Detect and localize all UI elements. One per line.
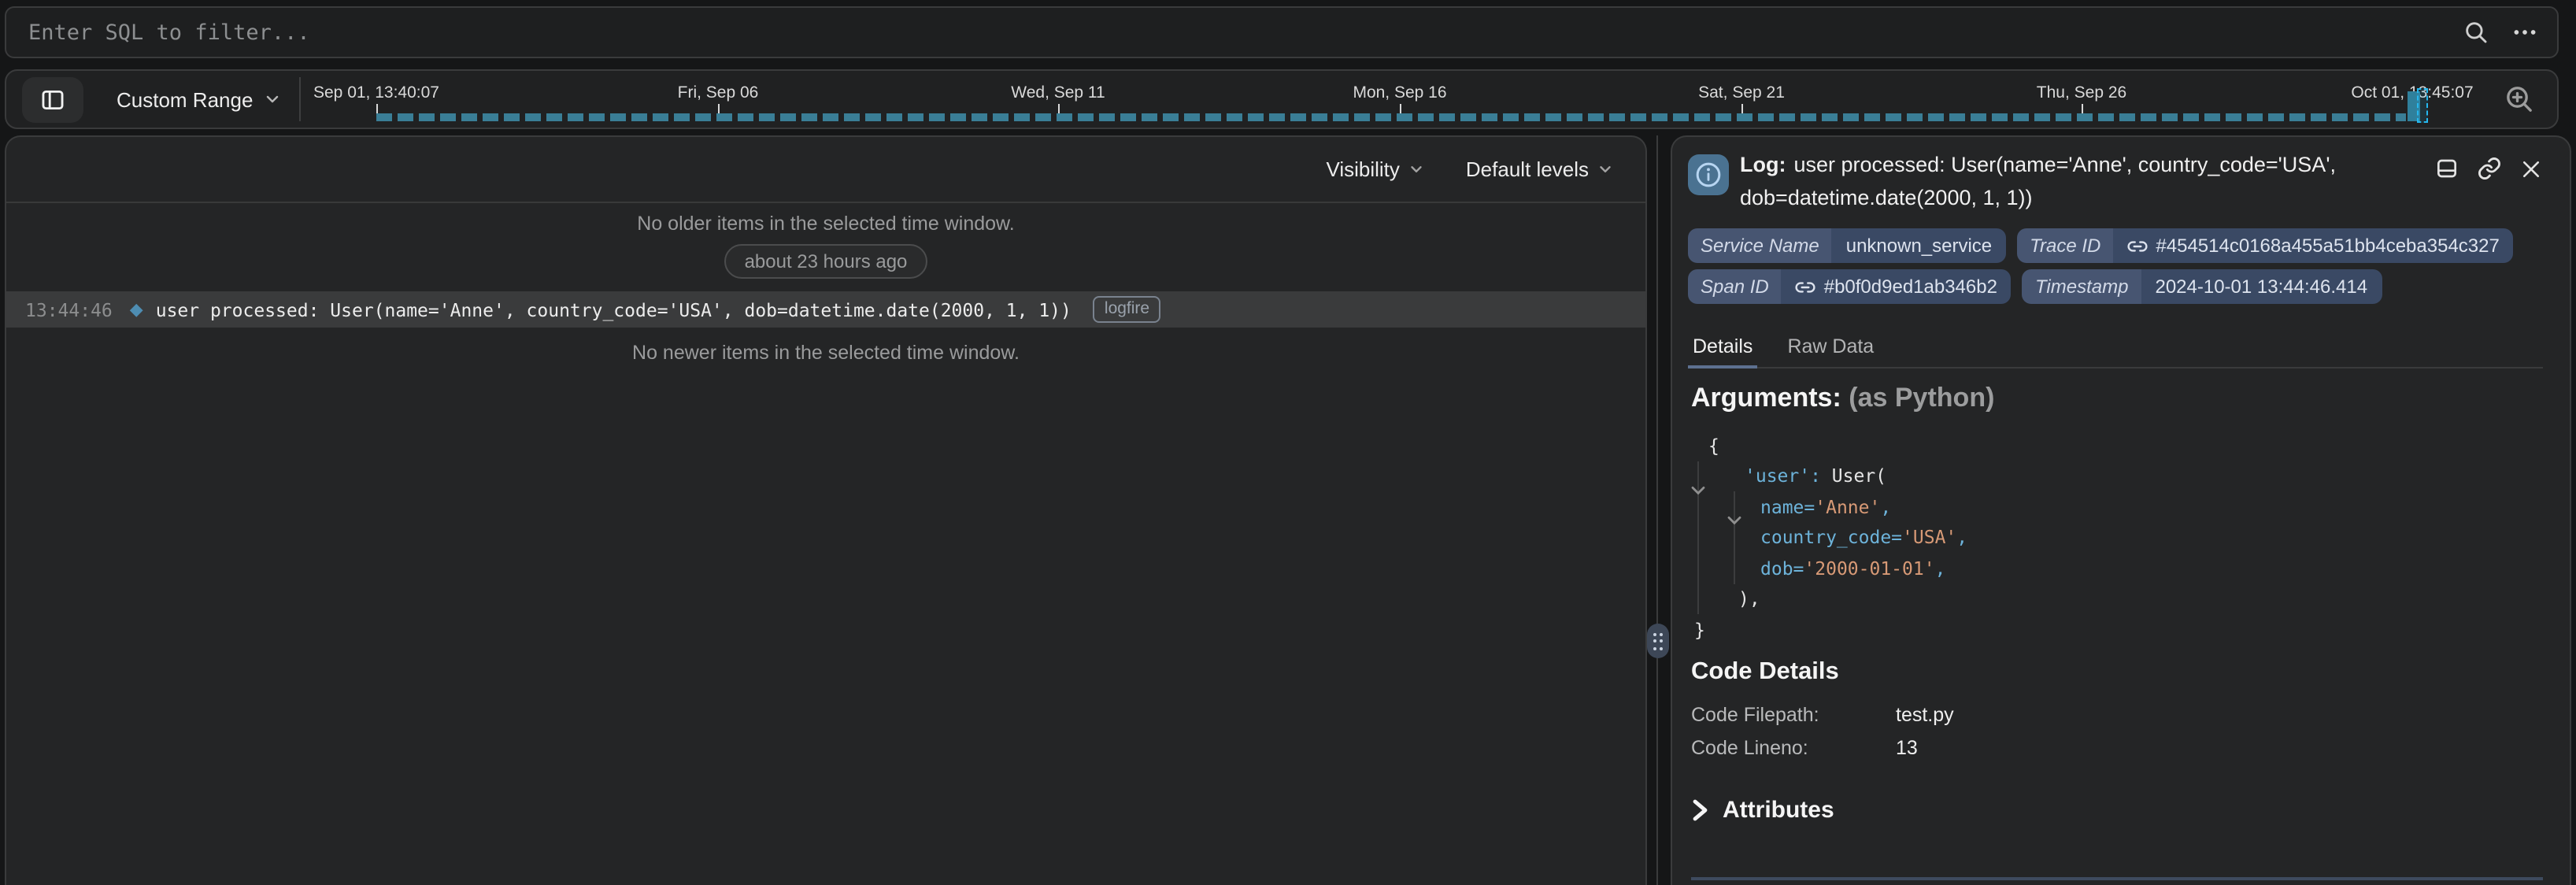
- code-token: 'Anne': [1815, 496, 1880, 518]
- sidebar-toggle-button[interactable]: [22, 77, 83, 123]
- timeline-divider: [299, 77, 301, 121]
- code-filepath-row: Code Filepath: test.py: [1691, 704, 1819, 726]
- code-token: '2000-01-01': [1804, 557, 1934, 580]
- visibility-dropdown[interactable]: Visibility: [1326, 157, 1424, 181]
- badge-value: 2024-10-01 13:44:46.414: [2141, 269, 2382, 304]
- attributes-title: Attributes: [1723, 797, 1834, 824]
- section-divider: [1691, 877, 2543, 879]
- code-filepath-value: test.py: [1896, 704, 1954, 726]
- close-icon: [2519, 157, 2543, 180]
- logs-panel: Visibility Default levels No older items…: [5, 135, 1647, 885]
- more-options-button[interactable]: [2511, 19, 2538, 46]
- tab-raw-data[interactable]: Raw Data: [1786, 324, 1875, 367]
- code-details-heading: Code Details: [1691, 658, 1839, 687]
- default-levels-label: Default levels: [1466, 157, 1589, 181]
- timeline-date-label: Sat, Sep 21: [1698, 83, 1785, 102]
- reader-view-button[interactable]: [2434, 156, 2459, 181]
- detail-tabs: Details Raw Data: [1691, 324, 2543, 368]
- sql-filter-input[interactable]: [28, 20, 2441, 45]
- code-token: ),: [1738, 588, 1760, 610]
- timeline-bar: Custom Range Sep 01, 13:40:07 Fri, Sep 0…: [5, 69, 2559, 129]
- code-token: ,: [1935, 557, 1946, 580]
- tab-details[interactable]: Details: [1691, 324, 1754, 367]
- timeline-date-label: Mon, Sep 16: [1353, 83, 1446, 102]
- span-id-badge[interactable]: Span ID #b0f0d9ed1ab346b2: [1688, 269, 2012, 304]
- no-older-message: No older items in the selected time wind…: [6, 213, 1645, 235]
- code-token: name=: [1760, 496, 1815, 518]
- copy-link-button[interactable]: [2477, 156, 2502, 181]
- code-token: country_code=: [1760, 527, 1902, 549]
- code-token: }: [1694, 619, 1705, 641]
- chevron-right-icon: [1690, 798, 1710, 822]
- log-title-line2: dob=datetime.date(2000, 1, 1)): [1740, 181, 2354, 214]
- timestamp-badge: Timestamp 2024-10-01 13:44:46.414: [2023, 269, 2382, 304]
- badge-label: Span ID: [1688, 269, 1782, 304]
- diamond-level-icon: ◆: [130, 299, 143, 320]
- badge-label: Service Name: [1688, 228, 1832, 263]
- code-lineno-label: Code Lineno:: [1691, 737, 1808, 759]
- timeline-date-label: Fri, Sep 06: [678, 83, 759, 102]
- code-token: 'USA': [1902, 527, 1956, 549]
- log-row[interactable]: 13:44:46 ◆ user processed: User(name='An…: [6, 291, 1645, 328]
- time-ago-badge: about 23 hours ago: [724, 244, 928, 279]
- badge-value: #454514c0168a455a51bb4ceba354c327: [2156, 235, 2499, 257]
- sql-filter-bar: [5, 6, 2559, 58]
- visibility-label: Visibility: [1326, 157, 1399, 181]
- arguments-title: Arguments:: [1691, 383, 1841, 413]
- timeline-date-label: Sep 01, 13:40:07: [313, 83, 439, 102]
- time-range-selector[interactable]: Custom Range: [117, 71, 281, 128]
- timeline-date-label: Thu, Sep 26: [2037, 83, 2126, 102]
- logfire-tag[interactable]: logfire: [1094, 296, 1160, 322]
- time-range-label: Custom Range: [117, 87, 253, 111]
- arguments-heading: Arguments: (as Python): [1691, 383, 1994, 414]
- chevron-down-icon: [262, 90, 281, 109]
- no-newer-message: No newer items in the selected time wind…: [6, 342, 1645, 364]
- zoom-in-icon: [2504, 83, 2535, 115]
- log-title-line1: user processed: User(name='Anne', countr…: [1794, 153, 2337, 176]
- code-filepath-label: Code Filepath:: [1691, 704, 1819, 726]
- detail-panel: Log: user processed: User(name='Anne', co…: [1671, 135, 2571, 885]
- info-icon: [1688, 154, 1729, 195]
- close-button[interactable]: [2519, 157, 2543, 180]
- link-icon: [2477, 156, 2502, 181]
- arguments-code-tree: { 'user': User( name='Anne', country_cod…: [1691, 430, 1967, 645]
- code-token: ,: [1880, 496, 1891, 518]
- app-window: Custom Range Sep 01, 13:40:07 Fri, Sep 0…: [0, 0, 2576, 885]
- panel-resize-handle[interactable]: [1647, 624, 1669, 658]
- log-message: user processed: User(name='Anne', countr…: [156, 298, 1071, 320]
- zoom-in-button[interactable]: [2504, 83, 2535, 115]
- link-icon: [2127, 235, 2148, 256]
- panel-separator-line: [1656, 135, 1658, 885]
- code-token: ,: [1956, 527, 1967, 549]
- code-lineno-row: Code Lineno: 13: [1691, 737, 1808, 759]
- trace-id-badge[interactable]: Trace ID #454514c0168a455a51bb4ceba354c3…: [2017, 228, 2514, 263]
- log-title-prefix: Log:: [1740, 153, 1786, 176]
- timeline-histogram[interactable]: [376, 113, 2406, 120]
- attributes-section-toggle[interactable]: Attributes: [1690, 797, 1834, 824]
- panel-left-icon: [39, 87, 66, 113]
- badge-label: Trace ID: [2017, 228, 2113, 263]
- search-button[interactable]: [2463, 19, 2489, 46]
- badge-label: Timestamp: [2023, 269, 2141, 304]
- code-lineno-value: 13: [1896, 737, 1918, 759]
- code-token: dob=: [1760, 557, 1804, 580]
- log-detail-title: Log: user processed: User(name='Anne', co…: [1740, 148, 2354, 214]
- timeline-selection[interactable]: [2417, 88, 2428, 123]
- logs-toolbar: Visibility Default levels: [6, 137, 1645, 203]
- chevron-down-icon: [1408, 161, 1425, 178]
- chevron-down-icon: [1597, 161, 1614, 178]
- log-timestamp: 13:44:46: [25, 298, 113, 320]
- badge-value: #b0f0d9ed1ab346b2: [1824, 276, 1997, 298]
- default-levels-dropdown[interactable]: Default levels: [1466, 157, 1614, 181]
- timeline-date-label: Wed, Sep 11: [1011, 83, 1105, 102]
- badge-value: unknown_service: [1832, 228, 2006, 263]
- reader-panel-icon: [2434, 156, 2459, 181]
- search-icon: [2463, 19, 2489, 46]
- arguments-subtitle: (as Python): [1849, 383, 1994, 413]
- ellipsis-icon: [2511, 19, 2538, 46]
- service-name-badge: Service Name unknown_service: [1688, 228, 2006, 263]
- link-icon: [1796, 276, 1816, 297]
